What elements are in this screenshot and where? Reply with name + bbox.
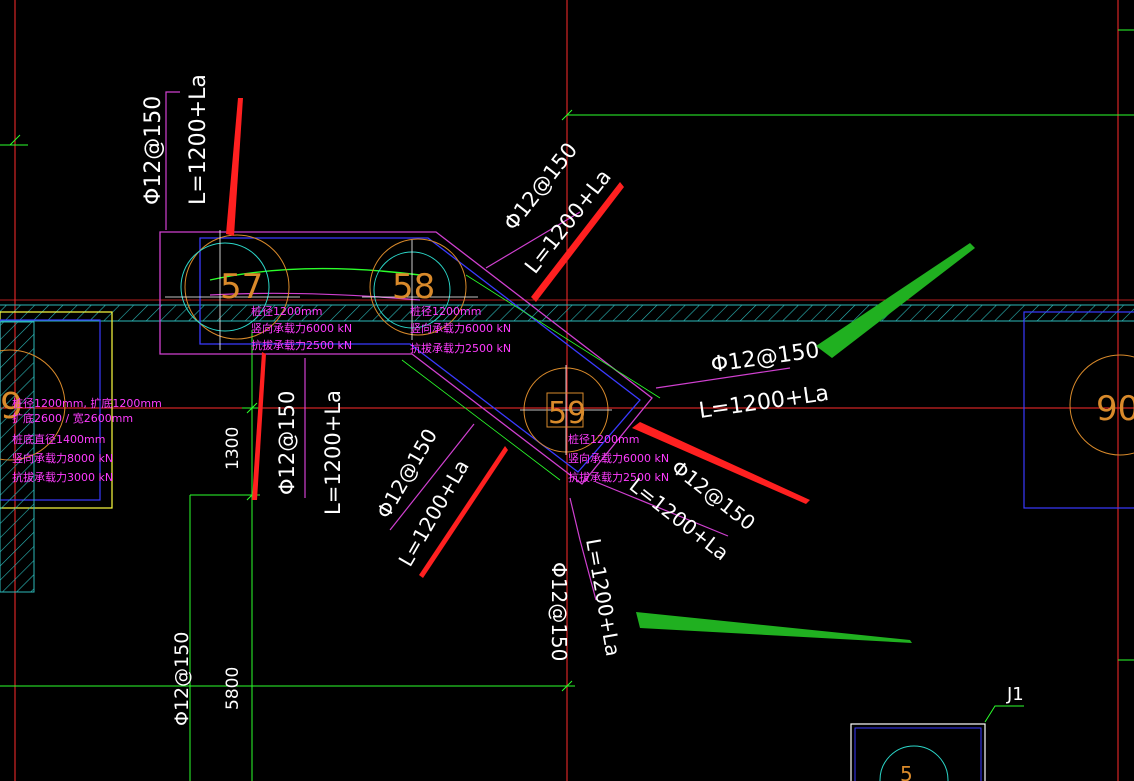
- right-pile-number: 90: [1096, 389, 1134, 429]
- rebar-annotation-2: Φ12@150 L=1200+La: [499, 138, 616, 278]
- green-arrow-2: [636, 612, 912, 643]
- anno-4-length: L=1200+La: [321, 390, 345, 515]
- note-2-line-2: 竖向承载力6000 kN: [410, 321, 511, 335]
- note-2-line-1: 桩径1200mm: [410, 304, 481, 318]
- j1-leader: [984, 705, 1024, 723]
- rebar-annotation-3: Φ12@150 L=1200+La: [697, 338, 830, 424]
- beam-hatch-fill: [0, 305, 1134, 321]
- note-4-line-3: 桩底直径1400mm: [12, 432, 105, 446]
- anno-7-length: L=1200+La: [581, 537, 625, 658]
- cad-drawing-canvas[interactable]: 9 90 5 J1 57 58 59 桩径1200mm 竖向承载力6000 kN…: [0, 0, 1134, 781]
- hatched-beam: [0, 304, 1134, 322]
- anno-3-length: L=1200+La: [697, 381, 830, 424]
- j1-pile-number: 5: [900, 762, 913, 781]
- j1-cap-outline: [850, 723, 986, 781]
- anno-1-spec: Φ12@150: [141, 96, 166, 205]
- note-4-line-5: 抗拔承载力3000 kN: [12, 470, 113, 484]
- j1-pile-cap[interactable]: 5 J1: [850, 684, 1024, 781]
- pile-59-number: 59: [548, 396, 586, 431]
- green-arrows: [636, 243, 975, 643]
- j1-cap-inner: [854, 727, 982, 781]
- anno-8-spec: Φ12@150: [171, 632, 193, 726]
- rebar-annotation-5: Φ12@150 L=1200+La: [372, 424, 474, 570]
- note-1-line-2: 竖向承载力6000 kN: [251, 321, 352, 335]
- anno-7-spec: Φ12@150: [547, 562, 571, 661]
- note-1-line-1: 桩径1200mm: [251, 304, 322, 318]
- dim-text-5800: 5800: [223, 667, 243, 710]
- j1-pile-circle: [879, 745, 949, 781]
- note-3-line-2: 竖向承载力6000 kN: [568, 451, 669, 465]
- pile-note-3: 桩径1200mm 竖向承载力6000 kN 抗拔承载力2500 kN: [568, 432, 669, 484]
- note-2-line-3: 抗拔承载力2500 kN: [410, 341, 511, 355]
- rebar-annotation-8: Φ12@150: [171, 632, 193, 726]
- red-arrow-3: [252, 352, 266, 500]
- red-arrow-1: [226, 98, 243, 236]
- cap-diag-green: [465, 274, 661, 399]
- anno-4-spec: Φ12@150: [275, 391, 299, 495]
- note-4-line-2: 扩底2600 / 宽2600mm: [12, 411, 133, 425]
- note-4-line-4: 竖向承载力8000 kN: [12, 451, 113, 465]
- anno-1-length: L=1200+La: [186, 74, 211, 205]
- pile-note-4: 桩径1200mm, 扩底1200mm 扩底2600 / 宽2600mm 桩底直径…: [12, 396, 162, 484]
- j1-label: J1: [1006, 684, 1024, 705]
- note-3-line-1: 桩径1200mm: [568, 432, 639, 446]
- rebar-annotation-4: Φ12@150 L=1200+La: [275, 390, 345, 515]
- note-1-line-3: 抗拔承载力2500 kN: [251, 338, 352, 352]
- note-3-line-3: 抗拔承载力2500 kN: [568, 470, 669, 484]
- note-4-line-1: 桩径1200mm, 扩底1200mm: [12, 396, 162, 410]
- dim-text-1300: 1300: [223, 427, 243, 470]
- pile-58-number: 58: [392, 267, 435, 307]
- rebar-annotation-7: Φ12@150 L=1200+La: [547, 537, 625, 662]
- pile-57-number: 57: [220, 267, 263, 307]
- leader-top-left: [165, 91, 180, 230]
- rebar-annotation-1: Φ12@150 L=1200+La: [141, 74, 211, 205]
